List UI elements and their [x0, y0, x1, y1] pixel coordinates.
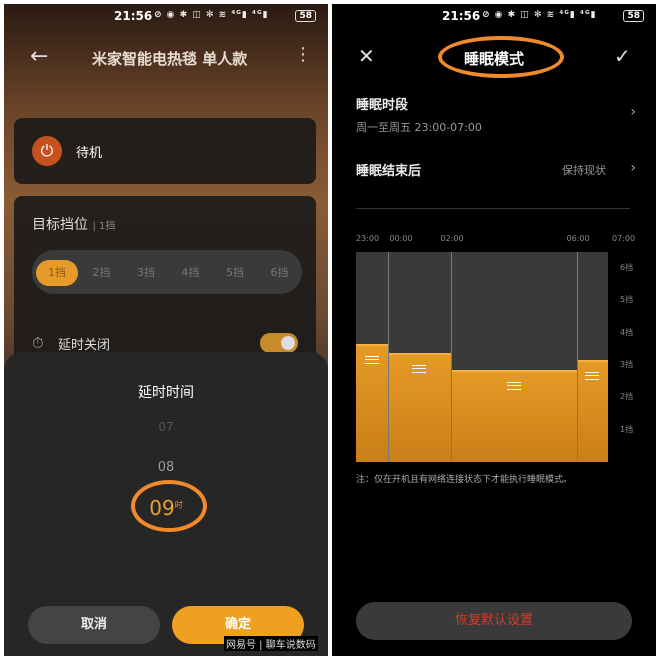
gear-label-text: 目标挡位: [32, 217, 88, 233]
sleep-period-value: 周一至周五 23:00-07:00: [356, 121, 482, 134]
segment-divider: [576, 252, 578, 462]
picker-option[interactable]: 07: [4, 420, 328, 434]
segment-divider: [387, 252, 389, 462]
y-tick-label: 1挡: [620, 424, 634, 434]
y-tick-label: 4挡: [620, 327, 634, 337]
gear-sub: | 1挡: [92, 221, 116, 232]
sleep-segment-bar[interactable]: [387, 353, 451, 462]
battery-icon: 58: [623, 10, 644, 22]
battery-icon: 58: [295, 10, 316, 22]
gear-option-2[interactable]: 2挡: [81, 260, 123, 286]
gear-label: 目标挡位 | 1挡: [32, 214, 115, 234]
x-tick-label: 00:00: [389, 234, 413, 243]
cancel-button[interactable]: 取消: [28, 606, 160, 644]
sleep-period-row[interactable]: 睡眠时段 周一至周五 23:00-07:00 ›: [356, 94, 636, 135]
sleep-segment-bar[interactable]: [576, 359, 608, 462]
timer-icon: ⏱: [32, 334, 44, 352]
after-sleep-value: 保持现状: [562, 164, 606, 177]
status-bar: 21:56 ⊘ ◉ ✱ ◫ ✻ ≋ ⁴ᴳ▮ ⁴ᴳ▮ 58: [4, 4, 328, 30]
toggle-knob: [281, 336, 295, 350]
x-tick-label: 02:00: [440, 234, 464, 243]
sheet-title: 延时时间: [138, 385, 194, 401]
picker-option[interactable]: 08: [4, 460, 328, 475]
x-tick-label: 06:00: [566, 234, 590, 243]
gear-option-5[interactable]: 5挡: [214, 260, 256, 286]
delay-time-sheet: 延时时间 07 08 09时 取消 确定: [4, 352, 328, 656]
sleep-segment-bar[interactable]: [450, 369, 577, 462]
y-tick-label: 3挡: [620, 360, 634, 370]
sleep-segment-bar[interactable]: [356, 343, 388, 462]
y-tick-label: 6挡: [620, 263, 634, 273]
chevron-right-icon: ›: [630, 160, 636, 176]
drag-handle-icon[interactable]: [412, 365, 426, 374]
drag-handle-icon[interactable]: [585, 371, 600, 380]
status-bar: 21:56 ⊘ ◉ ✱ ◫ ✻ ≋ ⁴ᴳ▮ ⁴ᴳ▮ 58: [332, 4, 656, 30]
right-screen: 21:56 ⊘ ◉ ✱ ◫ ✻ ≋ ⁴ᴳ▮ ⁴ᴳ▮ 58 ✕ 睡眠模式 ✓ 睡眠…: [332, 4, 656, 656]
reset-default-button[interactable]: 恢复默认设置: [356, 602, 632, 640]
gear-option-6[interactable]: 6挡: [259, 260, 301, 286]
status-icons: ⊘ ◉ ✱ ◫ ✻ ≋ ⁴ᴳ▮ ⁴ᴳ▮: [482, 10, 597, 20]
sleep-period-title: 睡眠时段: [356, 98, 409, 113]
delay-off-label: 延时关闭: [58, 338, 111, 353]
segment-divider: [450, 252, 452, 462]
highlight-ring: [131, 480, 207, 532]
gear-option-3[interactable]: 3挡: [125, 260, 167, 286]
more-icon[interactable]: ⋮: [294, 44, 312, 65]
back-arrow-icon[interactable]: ←: [30, 44, 48, 69]
power-state: 待机: [76, 146, 103, 161]
divider: [356, 208, 630, 209]
highlight-ring: [438, 36, 564, 78]
power-card: ⏻ 待机: [14, 118, 316, 184]
status-time: 21:56: [114, 9, 153, 23]
delay-off-toggle[interactable]: [260, 333, 298, 353]
chevron-right-icon: ›: [630, 104, 636, 120]
power-icon: ⏻: [40, 141, 54, 160]
sleep-curve-chart[interactable]: [356, 252, 608, 462]
watermark: 网易号 | 聊车说数码: [224, 636, 318, 651]
after-sleep-row[interactable]: 睡眠结束后 保持现状 ›: [356, 160, 636, 179]
x-tick-label: 07:00: [612, 234, 636, 243]
status-icons: ⊘ ◉ ✱ ◫ ✻ ≋ ⁴ᴳ▮ ⁴ᴳ▮: [154, 10, 269, 20]
gear-selector: 1挡 2挡 3挡 4挡 5挡 6挡: [32, 250, 302, 294]
power-button[interactable]: ⏻: [32, 136, 62, 166]
y-tick-label: 5挡: [620, 295, 634, 305]
status-time: 21:56: [442, 9, 481, 23]
x-tick-label: 23:00: [356, 234, 380, 243]
y-tick-label: 2挡: [620, 392, 634, 402]
left-screen: 21:56 ⊘ ◉ ✱ ◫ ✻ ≋ ⁴ᴳ▮ ⁴ᴳ▮ 58 ← 米家智能电热毯 单…: [4, 4, 328, 656]
drag-handle-icon[interactable]: [364, 355, 379, 364]
gear-option-1[interactable]: 1挡: [36, 260, 78, 286]
device-title: 米家智能电热毯 单人款: [92, 50, 248, 68]
drag-handle-icon[interactable]: [506, 381, 521, 390]
check-icon[interactable]: ✓: [614, 44, 631, 68]
sleep-note: 注：仅在开机且有网络连接状态下才能执行睡眠模式。: [356, 475, 573, 485]
gear-option-4[interactable]: 4挡: [170, 260, 212, 286]
